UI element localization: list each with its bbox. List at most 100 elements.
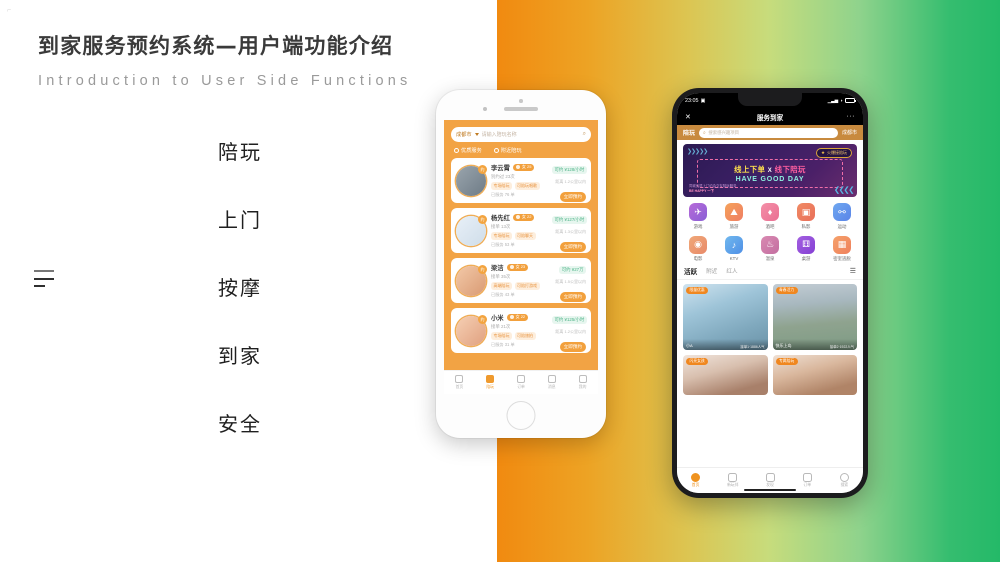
list-item[interactable]: 约 小米 女 22 接单 21次 专场陪玩 可陪旅拍 已服务 31 单 可约 ¥… [451, 308, 591, 353]
photo-card[interactable]: 闪亮女孩 [683, 355, 768, 395]
banner-badge-label: 火爆接陪玩 [827, 150, 847, 155]
feature-word-3[interactable]: 到家 [150, 322, 330, 390]
category-boardgame[interactable]: ⚅ 桌游 [791, 235, 821, 263]
category-label: 密室逃脱 [833, 256, 851, 261]
list-item-tag: 专场陪玩 [491, 182, 512, 190]
banner-line2: HAVE GOOD DAY [735, 176, 805, 183]
list-menu-icon[interactable]: ☰ [850, 267, 856, 275]
filter-quality[interactable]: 优质服务 [454, 147, 482, 154]
category-movie[interactable]: ◉ 电影 [683, 235, 713, 263]
notch [738, 93, 802, 106]
list-item-tag: 高端陪玩 [491, 282, 512, 290]
nav-label: 首页 [691, 483, 700, 488]
tab-influencer[interactable]: 红人 [726, 267, 737, 275]
category-label: 私影 [801, 223, 811, 229]
nav-item-companion[interactable]: 陪玩 [475, 375, 506, 390]
people-icon [486, 375, 495, 384]
home-icon [691, 472, 701, 482]
search-icon[interactable]: ⌕ [583, 131, 586, 138]
list-item[interactable]: 约 杨先红 女 22 接单 13次 专场陪玩 可陪聊天 已服务 53 单 可约 … [451, 208, 591, 253]
category-ktv[interactable]: ♪ KTV [719, 235, 749, 263]
feature-word-4[interactable]: 安全 [150, 390, 330, 458]
nav-item-order[interactable]: 订单 [789, 472, 826, 489]
bar-icon: ♦ [761, 203, 779, 221]
photo-card-info: 接单2·1922人气 [829, 344, 854, 349]
nav-item-home[interactable]: 首页 [444, 375, 475, 390]
category-game[interactable]: ✈ 游戏 [683, 203, 713, 230]
nav-item-message[interactable]: 消息 [536, 375, 567, 390]
tab-nearby[interactable]: 附近 [706, 267, 717, 275]
list-item-subtitle: 别约过 23次 [491, 173, 515, 179]
photo-card[interactable]: 限量优惠 小A 接单1·1886人气 [683, 284, 768, 350]
avatar[interactable]: 约 [456, 164, 487, 196]
category-grid: ✈ 游戏 ⛰ 旅游 ♦ 酒吧 ▣ 私影 ⚯ 运动 ◉ 电影 ♪ KTV ♨ 温泉… [677, 197, 863, 264]
sensor-dot [519, 99, 523, 103]
home-button[interactable] [506, 401, 536, 430]
category-label: 游戏 [693, 223, 703, 229]
chevron-down-icon[interactable] [474, 133, 479, 136]
nav-item-order[interactable]: 订单 [506, 375, 537, 390]
female-icon [515, 214, 521, 220]
avatar[interactable]: 约 [456, 264, 487, 296]
list-item-price: 可约 ¥125/小时 [552, 316, 587, 324]
category-label: 桌游 [801, 256, 811, 261]
nav-item-search[interactable]: 搜索 [826, 472, 863, 489]
nav-item-new-friends[interactable]: 新玩伴 [714, 472, 751, 489]
nav-item-home[interactable]: 首页 [677, 472, 714, 489]
female-icon [509, 264, 515, 270]
feature-word-1[interactable]: 上门 [150, 186, 330, 254]
close-icon[interactable]: ✕ [685, 113, 701, 121]
promo-banner[interactable]: ❯❯❯❯❯ ★ 火爆接陪玩 线上下单 X 线下陪玩 HAVE GOOD DAY … [683, 144, 857, 197]
search-bar[interactable]: 成都市 请输入陪玩名称 ⌕ [451, 127, 591, 142]
book-button[interactable]: 立即预约 [559, 292, 586, 302]
feature-word-0[interactable]: 陪玩 [150, 118, 330, 186]
list-item-meta: 已服务 76 单 [491, 192, 515, 198]
avatar[interactable]: 约 [456, 314, 487, 346]
book-button[interactable]: 立即预约 [559, 242, 586, 252]
filter-row: 优质服务 附近陪玩 [444, 142, 598, 158]
photo-card-footer: 快乐上岛 接单2·1922人气 [772, 339, 857, 350]
list-item-name: 李云霄 [491, 164, 510, 172]
nav-item-discover[interactable]: 发现 [751, 472, 788, 489]
more-options-icon[interactable]: ··· [839, 113, 855, 120]
tab-active[interactable]: 活跃 [684, 266, 697, 276]
photo-card-grid: 限量优惠 小A 接单1·1886人气 青春活力 快乐上岛 接单2·1922人气 … [677, 280, 863, 395]
category-private-cinema[interactable]: ▣ 私影 [791, 203, 821, 230]
category-bar[interactable]: ♦ 酒吧 [755, 203, 785, 230]
list-item[interactable]: 约 李云霄 女 25 别约过 23次 专场陪玩 可陪玩唱歌 已服务 76 单 可… [451, 158, 591, 203]
battery-icon [845, 98, 856, 103]
nav-label: 订单 [803, 483, 811, 488]
wifi-icon: ◗ [840, 98, 843, 103]
book-button[interactable]: 立即预约 [559, 192, 586, 202]
feature-word-2[interactable]: 按摩 [150, 254, 330, 322]
photo-card[interactable]: 专属陪玩 [772, 355, 857, 395]
app-title: 服务到家 [756, 114, 784, 122]
avatar[interactable]: 约 [456, 214, 487, 246]
category-spa[interactable]: ♨ 温泉 [755, 235, 785, 263]
city-selector[interactable]: 成都市 [842, 129, 857, 136]
content-tabs: 活跃 附近 红人 ☰ [677, 264, 863, 280]
photo-card[interactable]: 青春活力 快乐上岛 接单2·1922人气 [772, 284, 857, 350]
book-button[interactable]: 立即预约 [559, 342, 586, 352]
search-input[interactable]: ⌕ 搜索感兴趣项目 [699, 127, 838, 138]
search-input[interactable]: 请输入陪玩名称 [482, 131, 580, 138]
filter-nearby[interactable]: 附近陪玩 [493, 147, 522, 154]
user-icon [578, 375, 587, 384]
category-sport[interactable]: ⚯ 运动 [827, 203, 857, 230]
photo-card-tag: 闪亮女孩 [686, 358, 709, 366]
hamburger-decoration-icon [34, 270, 54, 287]
search-placeholder: 搜索感兴趣项目 [708, 129, 740, 135]
photo-card-name: 小A [686, 342, 693, 348]
category-travel[interactable]: ⛰ 旅游 [719, 203, 749, 230]
app-header: ✕ 服务到家 ··· [677, 108, 863, 125]
list-item-meta: 已服务 31 单 [491, 342, 515, 348]
category-label: 电影 [693, 256, 703, 261]
category-escape-room[interactable]: ▦ 密室逃脱 [827, 235, 857, 263]
list-item[interactable]: 约 梁洁 女 23 接单 35次 高端陪玩 可陪打游戏 已服务 43 单 可约 … [451, 258, 591, 303]
nav-item-profile[interactable]: 我的 [567, 375, 598, 390]
list-item-subtitle: 接单 13次 [491, 223, 511, 229]
city-selector[interactable]: 成都市 [456, 131, 472, 138]
avatar-badge: 约 [478, 264, 487, 274]
gender-badge: 女 23 [506, 263, 529, 271]
photo-card-info: 接单1·1886人气 [740, 344, 765, 349]
